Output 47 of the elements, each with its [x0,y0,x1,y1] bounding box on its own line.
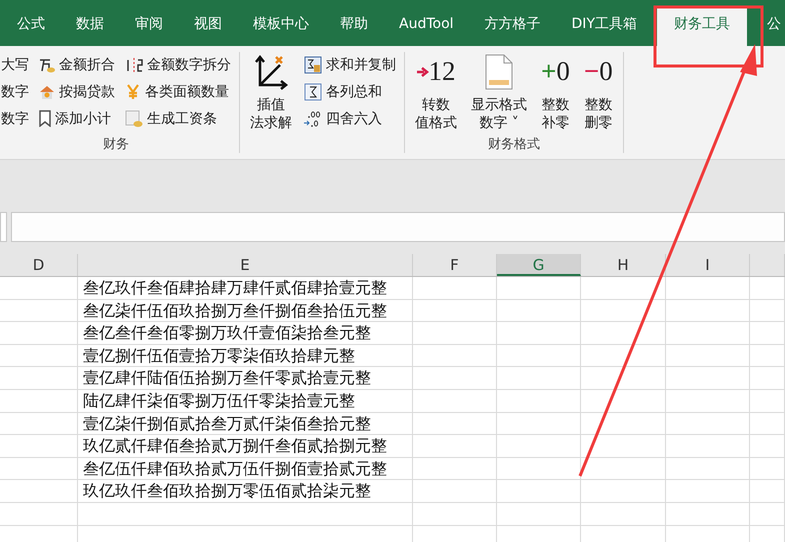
ribbon-button[interactable]: 各类面额数量 [125,80,231,103]
ribbon-tab[interactable]: 帮助 [329,8,379,46]
table-cell: 玖亿玖仟叁佰玖拾捌万零伍佰贰拾柒元整 [83,481,371,500]
column-header[interactable]: E [78,254,413,276]
ribbon-tab[interactable]: 财务工具 [657,8,747,46]
table-cell: 壹亿柒仟捌佰贰拾叁万贰仟柒佰叁拾元整 [83,414,371,433]
ribbon-button[interactable]: 生成工资条 [125,107,231,130]
table-cell: 叁亿叁仟叁佰零捌万玖仟壹佰柒拾叁元整 [83,323,371,342]
number-format-icon: +0 [541,54,570,90]
group-label: 财务格式 [488,136,540,153]
ribbon-large-button[interactable]: 插值 法求解 [248,52,294,153]
ribbon-button[interactable]: 数字 [1,107,29,130]
ribbon-tab[interactable]: 模板中心 [242,8,320,46]
ribbon-button[interactable]: 大写 [1,53,29,76]
ribbon-button[interactable]: 金额数字拆分 [125,53,231,76]
table-cell: 叁亿玖仟叁佰肆拾肆万肆仟贰佰肆拾壹元整 [83,278,387,297]
ribbon-large-button[interactable]: +0 整数 补零 [539,52,572,135]
ribbon-button[interactable]: 求和并复制 [304,53,396,76]
ribbon-tab[interactable]: 公 [756,8,785,46]
table-cell: 陆亿肆仟柒佰零捌万伍仟零柒拾壹元整 [83,390,355,410]
ribbon-button[interactable]: 金额折合 [39,53,115,76]
table-cell: 叁亿伍仟肆佰玖拾贰万伍仟捌佰壹拾贰元整 [83,458,387,478]
ribbon-tab[interactable]: 方方格子 [474,8,552,46]
group-label: 财务 [103,136,129,153]
table-cell: 壹亿捌仟伍佰壹拾万零柒佰玖拾肆元整 [83,346,355,365]
ribbon-tab[interactable]: AudTool [388,8,465,46]
column-header[interactable]: G [497,254,581,276]
ribbon-tab[interactable]: DIY工具箱 [560,8,648,46]
ribbon-tab[interactable]: 视图 [183,8,233,46]
ribbon-button[interactable]: 按揭贷款 [39,80,115,103]
number-format-icon: −0 [584,54,613,90]
table-cell: 叁亿柒仟伍佰玖拾捌万叁仟捌佰叁拾伍元整 [83,300,387,320]
ribbon-tab[interactable]: 审阅 [124,8,174,46]
ribbon-button[interactable]: 各列总和 [304,80,396,103]
ribbon-button[interactable]: 四舍六入 [304,107,396,130]
ribbon-large-button[interactable]: 显示格式 数字 ˅ [469,52,529,135]
ribbon-large-button[interactable]: 12 转数 值格式 [413,52,459,135]
table-cell: 壹亿肆仟陆佰伍拾捌万叁仟零贰拾壹元整 [83,368,371,388]
table-cell: 玖亿贰仟肆佰叁拾贰万捌仟叁佰贰拾捌元整 [83,436,387,456]
ribbon-button[interactable]: 添加小计 [39,107,115,130]
ribbon-button[interactable]: 数字 [1,80,29,103]
column-header[interactable]: I [666,254,750,276]
ribbon-tab[interactable]: 公式 [6,8,56,46]
column-header[interactable]: H [581,254,666,276]
ribbon-tab[interactable]: 数据 [65,8,115,46]
ribbon-large-button[interactable]: −0 整数 删零 [582,52,615,135]
column-header[interactable]: D [0,254,78,276]
